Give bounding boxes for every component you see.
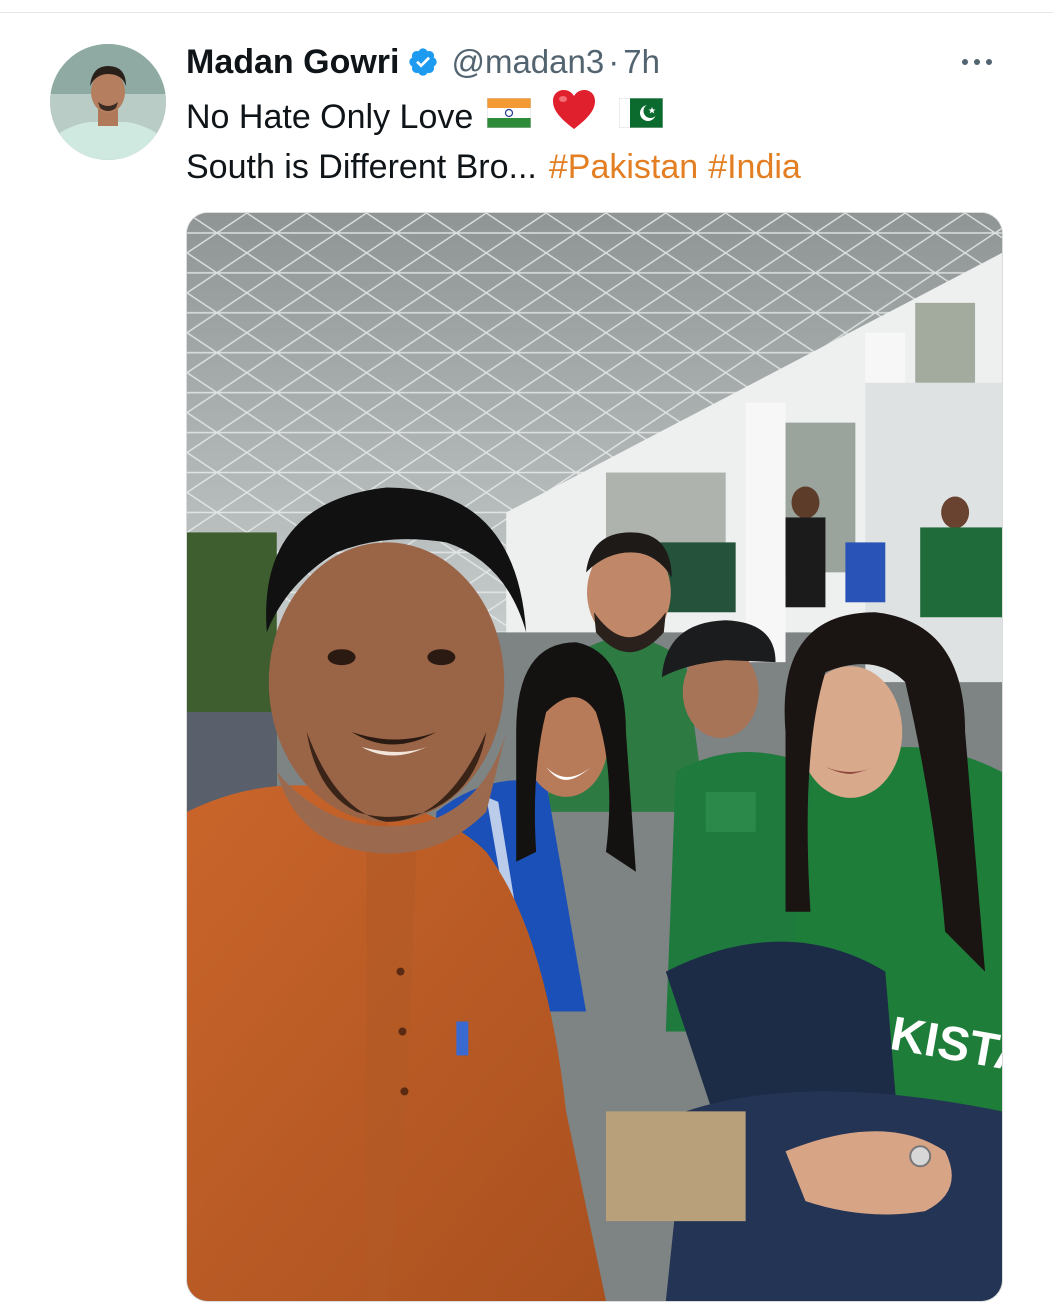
hashtag-india[interactable]: #India <box>708 142 801 192</box>
tweet-time[interactable]: 7h <box>623 43 660 81</box>
tweet-text-part-2: South is Different Bro... <box>186 148 537 186</box>
separator-dot: · <box>608 43 620 80</box>
more-options-icon[interactable] <box>962 52 1002 72</box>
avatar[interactable] <box>50 44 166 160</box>
profile-avatar-icon <box>50 44 166 160</box>
tweet-text: No Hate Only Love South is Different Bro… <box>186 89 801 192</box>
pakistan-flag-icon <box>618 92 664 142</box>
top-divider <box>0 12 1053 13</box>
tweet-text-line-1: No Hate Only Love <box>186 89 801 145</box>
tweet-text-line-2: South is Different Bro... #Pakistan #Ind… <box>186 142 801 192</box>
tweet-header: Madan Gowri @madan3 · 7h <box>186 40 660 84</box>
india-flag-icon <box>486 92 532 142</box>
author-name[interactable]: Madan Gowri <box>186 43 399 82</box>
tweet-text-part-1: No Hate Only Love <box>186 98 474 136</box>
red-heart-icon <box>551 89 597 145</box>
stadium-selfie-image: AKISTAN <box>187 213 1002 1301</box>
verified-badge-icon <box>407 46 439 78</box>
author-handle[interactable]: @madan3 <box>451 43 604 81</box>
tweet-photo[interactable]: AKISTAN <box>186 212 1003 1302</box>
hashtag-pakistan[interactable]: #Pakistan <box>549 142 698 192</box>
